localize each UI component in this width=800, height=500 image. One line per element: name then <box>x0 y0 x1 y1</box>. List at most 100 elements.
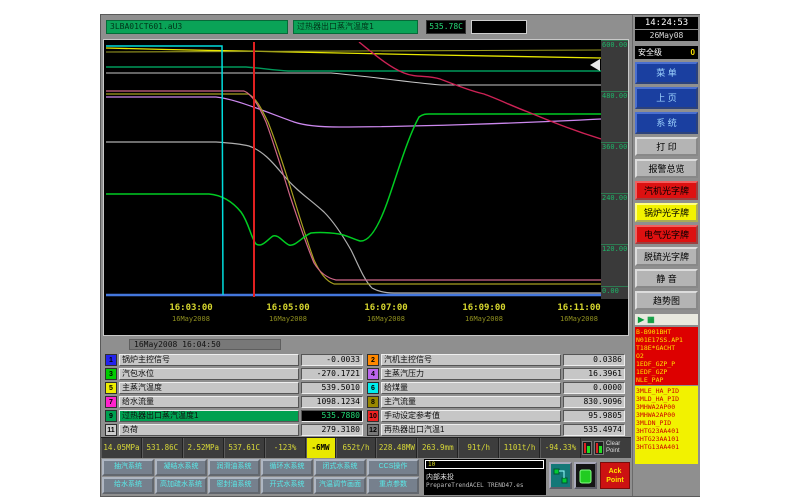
legend-row[interactable]: 2汽机主控信号0.0386 <box>367 354 625 366</box>
system-button[interactable]: 循环水系统 <box>261 459 313 476</box>
alarm-entry[interactable]: 1EDF_GZP_P <box>636 360 697 368</box>
pen-color-chip: 10 <box>367 410 379 422</box>
status-value: -6MW <box>306 438 336 458</box>
pen-7-feedwater-flow <box>106 91 601 280</box>
message-line-2: PrepareTrendACEL TREND47.es <box>426 482 524 489</box>
marker-play-icon[interactable]: ▶ <box>638 315 644 324</box>
system-button[interactable]: 抽汽系统 <box>102 459 154 476</box>
legend-row[interactable]: 11负荷279.3180 <box>105 424 363 436</box>
pen-legend: 16May2008 16:04:50 1锅炉主控信号-0.0033 3汽包水位-2… <box>101 337 631 437</box>
system-button[interactable]: 开式水系统 <box>261 477 313 494</box>
x-axis-date-label: 16May2008 <box>364 315 407 323</box>
sidebar-button[interactable]: 打 印 <box>635 137 698 156</box>
status-value: 14.05MPa <box>101 438 142 458</box>
legend-row[interactable]: 6给煤量0.0000 <box>367 382 625 394</box>
pen-label: 手动设定参考值 <box>381 410 561 422</box>
pen-5-main-steam-temp <box>106 48 601 58</box>
green-screen-icon <box>578 467 593 486</box>
trend-plot[interactable] <box>106 42 601 297</box>
network-button[interactable] <box>549 462 572 489</box>
y-axis-label: 480.00 <box>601 91 628 101</box>
pen-value: -0.0033 <box>301 354 363 366</box>
x-axis: 16:03:0016May200816:05:0016May200816:07:… <box>106 300 601 334</box>
display-button[interactable] <box>574 462 597 489</box>
alarm-entry[interactable]: 3MLD_HA_PID <box>636 395 697 403</box>
system-button[interactable]: CCS操作 <box>367 459 419 476</box>
x-axis-tick: 16:03:0016May2008 <box>169 303 212 323</box>
system-button[interactable]: 凝结水系统 <box>155 459 207 476</box>
alarm-entry[interactable]: O2 <box>636 352 697 360</box>
status-right: Clear Point <box>581 438 631 458</box>
alarm-entry[interactable]: N01E17SS.AP1 <box>636 336 697 344</box>
toggle-indicator-icon[interactable] <box>582 441 592 455</box>
sidebar-button[interactable]: 报警总览 <box>635 159 698 178</box>
alarm-entry[interactable]: 3HTG13AA401 <box>636 443 697 451</box>
trend-description-field[interactable]: 过热器出口蒸汽温度1 <box>293 20 418 34</box>
sidebar-button[interactable]: 脱硫光字牌 <box>635 247 698 266</box>
system-button[interactable]: 重点参数 <box>367 477 419 494</box>
sidebar-button[interactable]: 静 音 <box>635 269 698 288</box>
message-line-1: 内部未投 <box>426 472 454 482</box>
alarm-entry[interactable]: 3HTG23AA401 <box>636 427 697 435</box>
pen-9-superheater-temp <box>106 67 601 71</box>
legend-row[interactable]: 7给水流量1098.1234 <box>105 396 363 408</box>
pen-value: 830.9096 <box>563 396 625 408</box>
status-value: 263.9mm <box>417 438 458 458</box>
legend-row[interactable]: 10手动设定参考值95.9805 <box>367 410 625 422</box>
pen-label: 汽包水位 <box>119 368 299 380</box>
status-value: 652t/h <box>336 438 377 458</box>
alarm-entry[interactable]: 3MLDN_PID <box>636 419 697 427</box>
sidebar-button[interactable]: 电气光字牌 <box>635 225 698 244</box>
sidebar-buttons: 菜 单上 页系 统打 印报警总览汽机光字牌锅炉光字牌电气光字牌脱硫光字牌静 音趋… <box>633 62 700 310</box>
system-button[interactable]: 给水系统 <box>102 477 154 494</box>
alarm-entry[interactable]: NLE_PAP <box>636 376 697 384</box>
alarm-entry[interactable]: 3HTG23AA101 <box>636 435 697 443</box>
message-input[interactable]: 10 <box>425 460 544 469</box>
legend-column-right: 2汽机主控信号0.0386 4主蒸汽压力16.3961 6给煤量0.0000 8主汽流… <box>367 354 625 438</box>
legend-row[interactable]: 9过热器出口蒸汽温度1535.7880 <box>105 410 363 422</box>
sidebar-button[interactable]: 系 统 <box>635 112 698 134</box>
sidebar-button[interactable]: 汽机光字牌 <box>635 181 698 200</box>
y-axis-label: 120.00 <box>601 244 628 254</box>
alarm-entry[interactable]: 3MHWA2AP00 <box>636 403 697 411</box>
sidebar-button[interactable]: 锅炉光字牌 <box>635 203 698 222</box>
legend-row[interactable]: 8主汽流量830.9096 <box>367 396 625 408</box>
legend-row[interactable]: 3汽包水位-270.1721 <box>105 368 363 380</box>
system-button[interactable]: 润滑油系统 <box>208 459 260 476</box>
system-button[interactable]: 汽温调节画面 <box>314 477 366 494</box>
status-value: -94.33% <box>540 438 581 458</box>
system-button[interactable]: 密封油系统 <box>208 477 260 494</box>
system-button-row-1: 抽汽系统凝结水系统润滑油系统循环水系统闭式水系统CCS操作 <box>101 459 422 477</box>
ack-point-button[interactable]: Ack Point <box>600 462 630 489</box>
cursor-timestamp: 16May2008 16:04:50 <box>129 339 281 350</box>
x-axis-date-label: 16May2008 <box>557 315 600 323</box>
sidebar-button[interactable]: 菜 单 <box>635 62 698 84</box>
system-button[interactable]: 高加疏水系统 <box>155 477 207 494</box>
safety-level-indicator: 安全级 0 <box>635 46 698 59</box>
status-bar: 14.05MPa531.86C2.52MPa537.61C-123%-6MW65… <box>101 437 631 458</box>
trend-aux-field[interactable] <box>471 20 527 34</box>
alarm-entry[interactable]: T18E*GACHT <box>636 344 697 352</box>
alarm-entry[interactable]: 3MHWA2AP00 <box>636 411 697 419</box>
sidebar-button[interactable]: 上 页 <box>635 87 698 109</box>
trend-tag-field[interactable]: 3LBA01CT601.aU3 <box>106 20 288 34</box>
safety-level-label: 安全级 <box>638 46 662 59</box>
sidebar-button[interactable]: 趋势图 <box>635 291 698 310</box>
trend-topbar: 3LBA01CT601.aU3 过热器出口蒸汽温度1 535.78C <box>101 15 631 39</box>
marker-flag-icon[interactable]: ▦ <box>647 315 655 324</box>
alarm-entry[interactable]: B-B901BHT <box>636 328 697 336</box>
pen-value: 16.3961 <box>563 368 625 380</box>
pen-color-chip: 2 <box>367 354 379 366</box>
legend-row[interactable]: 12再热器出口汽温1535.4974 <box>367 424 625 436</box>
legend-row[interactable]: 4主蒸汽压力16.3961 <box>367 368 625 380</box>
alarm-entry[interactable]: 3MLE_HA_PID <box>636 387 697 395</box>
legend-row[interactable]: 1锅炉主控信号-0.0033 <box>105 354 363 366</box>
pen-value: 0.0386 <box>563 354 625 366</box>
status-value: 228.48MW <box>376 438 417 458</box>
pen-color-chip: 12 <box>367 424 379 436</box>
alarm-entry[interactable]: 1EDF_GZP <box>636 368 697 376</box>
system-button[interactable]: 闭式水系统 <box>314 459 366 476</box>
toggle-indicator-icon[interactable] <box>594 441 604 455</box>
network-icon <box>553 467 568 486</box>
legend-row[interactable]: 5主蒸汽温度539.5010 <box>105 382 363 394</box>
